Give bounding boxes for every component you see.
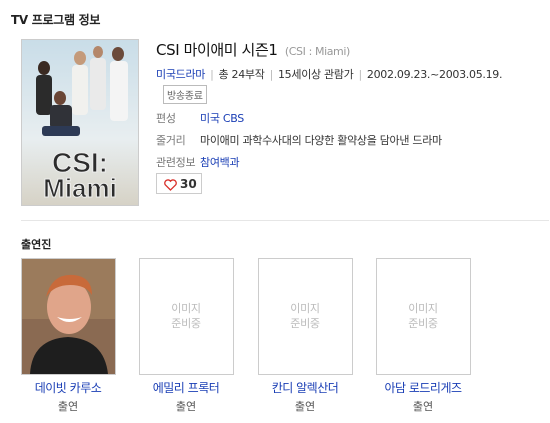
- channel-row: 편성 미국 CBS: [156, 110, 550, 126]
- episode-count: 총 24부작: [218, 68, 265, 81]
- placeholder-text: 이미지 준비중: [290, 302, 320, 330]
- cast-photo-placeholder[interactable]: 이미지 준비중: [375, 258, 471, 375]
- channel-link[interactable]: 미국 CBS: [200, 112, 244, 125]
- related-link[interactable]: 참여백과: [200, 156, 240, 169]
- plot-text: 마이애미 과학수사대의 다양한 활약상을 담아낸 드라마: [200, 134, 442, 147]
- cast-name[interactable]: 칸디 알렉산더: [257, 379, 353, 396]
- plot-row: 줄거리 마이애미 과학수사대의 다양한 활약상을 담아낸 드라마: [156, 132, 550, 148]
- program-title-line: CSI 마이애미 시즌1 (CSI : Miami): [156, 39, 550, 60]
- cast-role: 출연: [294, 400, 316, 413]
- placeholder-text: 이미지 준비중: [171, 302, 201, 330]
- related-row: 관련정보 참여백과: [156, 154, 550, 170]
- cast-name[interactable]: 데이빗 카루소: [20, 379, 116, 396]
- cast-role: 출연: [57, 400, 79, 413]
- status-badge: 방송종료: [163, 85, 207, 104]
- poster-logo-line2: Miami: [43, 173, 117, 203]
- age-rating: 15세이상 관람가: [277, 68, 354, 81]
- cast-photo-image: [21, 259, 115, 374]
- cast-member[interactable]: 이미지 준비중 아담 로드리게즈 출연: [375, 258, 471, 414]
- cast-role: 출연: [412, 400, 434, 413]
- cast-name[interactable]: 아담 로드리게즈: [375, 379, 471, 396]
- related-label: 관련정보: [156, 156, 196, 169]
- cast-photo-placeholder[interactable]: 이미지 준비중: [257, 258, 353, 375]
- program-subtitle: (CSI : Miami): [284, 45, 350, 58]
- placeholder-text: 이미지 준비중: [408, 302, 438, 330]
- section-divider: [21, 220, 549, 221]
- program-meta: 미국드라마 | 총 24부작 | 15세이상 관람가 | 2002.09.23.~2003.…: [156, 68, 503, 81]
- like-count: 30: [180, 177, 197, 191]
- cast-role: 출연: [175, 400, 197, 413]
- heart-icon: [164, 179, 177, 191]
- cast-member[interactable]: 데이빗 카루소 출연: [20, 258, 116, 414]
- channel-label: 편성: [156, 112, 176, 125]
- program-title[interactable]: CSI 마이애미 시즌1: [156, 41, 278, 59]
- section-title: TV 프로그램 정보: [11, 13, 101, 27]
- like-button[interactable]: 30: [156, 173, 202, 194]
- cast-title: 출연진: [21, 238, 52, 251]
- poster-image: CSI: Miami: [22, 40, 138, 205]
- cast-member[interactable]: 이미지 준비중 칸디 알렉산더 출연: [257, 258, 353, 414]
- cast-member[interactable]: 이미지 준비중 에밀리 프록터 출연: [138, 258, 234, 414]
- plot-label: 줄거리: [156, 134, 186, 147]
- program-poster[interactable]: CSI: Miami: [21, 39, 139, 206]
- cast-name[interactable]: 에밀리 프록터: [138, 379, 234, 396]
- genre-link[interactable]: 미국드라마: [156, 68, 205, 81]
- cast-photo[interactable]: [20, 258, 116, 375]
- program-info: CSI 마이애미 시즌1 (CSI : Miami) 미국드라마 | 총 24부작 |…: [156, 39, 550, 170]
- broadcast-period: 2002.09.23.~2003.05.19.: [366, 68, 503, 81]
- cast-photo-placeholder[interactable]: 이미지 준비중: [138, 258, 234, 375]
